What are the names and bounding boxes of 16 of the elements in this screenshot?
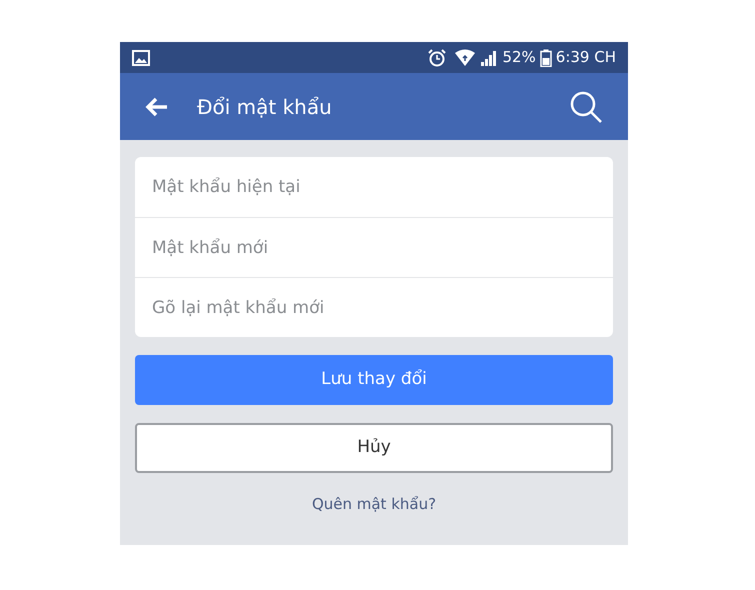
back-button[interactable] (144, 96, 170, 118)
wifi-icon (454, 48, 476, 66)
search-button[interactable] (568, 90, 604, 124)
page-title: Đổi mật khẩu (197, 94, 332, 120)
image-icon (132, 50, 150, 66)
input-field[interactable]: Mật khẩu hiện tại (135, 157, 613, 217)
battery-percentage: 52% (502, 47, 536, 68)
save-button[interactable]: Lưu thay đổi (135, 355, 613, 405)
input-field[interactable]: Gõ lại mật khẩu mới (135, 277, 613, 337)
battery-icon (540, 48, 552, 66)
clock-time: 6:39 CH (556, 47, 616, 68)
forgot-password-link[interactable]: Quên mật khẩu? (312, 493, 436, 516)
input-field[interactable]: Mật khẩu mới (135, 217, 613, 277)
signal-icon (480, 48, 498, 66)
alarm-clock-icon (428, 48, 446, 66)
cancel-button[interactable]: Hủy (135, 423, 613, 473)
